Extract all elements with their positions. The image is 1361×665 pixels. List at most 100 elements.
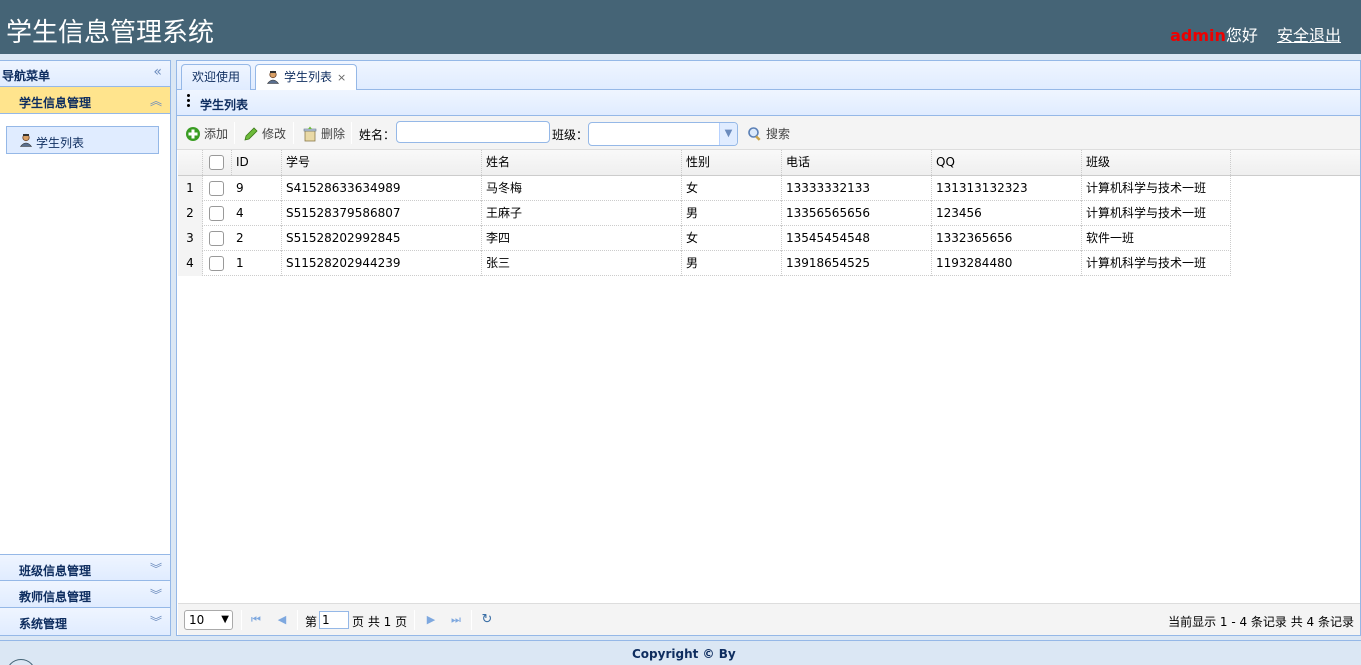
cell-name: 马冬梅	[482, 176, 682, 201]
cell-sex: 女	[682, 226, 782, 251]
pager-info: 当前显示 1 - 4 条记录 共 4 条记录	[1168, 615, 1354, 629]
accordion-label: 教师信息管理	[19, 590, 92, 604]
close-icon[interactable]: ×	[337, 71, 346, 84]
row-number: 2	[178, 201, 203, 226]
pager-divider	[471, 610, 472, 630]
cell-student-no: S41528633634989	[282, 176, 482, 201]
logout-link[interactable]: 安全退出	[1277, 26, 1341, 45]
nav-item-student-list[interactable]: 学生列表	[6, 126, 159, 154]
cell-phone: 13918654525	[782, 251, 932, 276]
main-content: 欢迎使用 学生列表 × 学生列表 添加 修改 删除 姓名： 班级： ▼ 搜索 I…	[176, 60, 1361, 636]
column-header-id[interactable]: ID	[232, 150, 282, 175]
name-label: 姓名：	[359, 128, 396, 142]
column-header-sex[interactable]: 性别	[682, 150, 782, 175]
add-label: 添加	[204, 127, 229, 141]
page-size-select[interactable]: 10 ▼	[184, 610, 233, 630]
cell-class: 计算机科学与技术一班	[1082, 251, 1231, 276]
cell-name: 李四	[482, 226, 682, 251]
cell-sex: 女	[682, 176, 782, 201]
column-header-qq[interactable]: QQ	[932, 150, 1082, 175]
edit-icon	[244, 127, 258, 141]
cell-phone: 13333332133	[782, 176, 932, 201]
grid-header: ID 学号 姓名 性别 电话 QQ 班级	[178, 150, 1360, 176]
chevron-down-icon: ︾	[149, 588, 162, 602]
toolbar-divider	[234, 122, 235, 144]
accordion-label: 班级信息管理	[19, 564, 92, 578]
menu-dots-icon	[187, 94, 191, 109]
column-header-name[interactable]: 姓名	[482, 150, 682, 175]
accordion-teacher-management[interactable]: 教师信息管理 ︾	[0, 581, 170, 608]
cell-id: 2	[232, 226, 282, 251]
footer: Copyright © By	[0, 640, 1361, 665]
row-number: 4	[178, 251, 203, 276]
tab-label: 学生列表	[284, 70, 333, 84]
prev-page-icon[interactable]: ◀	[275, 613, 289, 627]
user-icon	[19, 133, 33, 147]
panel-header: 学生列表	[177, 90, 1360, 116]
edit-button[interactable]: 修改	[243, 125, 286, 142]
row-checkbox[interactable]	[209, 256, 224, 271]
panel-title: 学生列表	[200, 98, 249, 112]
accordion-class-management[interactable]: 班级信息管理 ︾	[0, 554, 170, 581]
copyright: Copyright © By	[632, 647, 736, 661]
column-header-phone[interactable]: 电话	[782, 150, 932, 175]
table-row[interactable]: 1 9 S41528633634989 马冬梅 女 13333332133 13…	[178, 176, 1231, 201]
first-page-icon[interactable]: ⏮	[249, 613, 263, 627]
circle-icon	[6, 659, 36, 665]
student-grid: ID 学号 姓名 性别 电话 QQ 班级 1 9 S41528633634989…	[178, 150, 1360, 603]
search-button[interactable]: 搜索	[747, 125, 790, 142]
cell-qq: 1193284480	[932, 251, 1082, 276]
table-row[interactable]: 4 1 S11528202944239 张三 男 13918654525 119…	[178, 251, 1231, 276]
column-header-student-no[interactable]: 学号	[282, 150, 482, 175]
row-checkbox[interactable]	[209, 206, 224, 221]
delete-icon	[303, 126, 317, 142]
delete-button[interactable]: 删除	[302, 125, 345, 142]
nav-panel-header: 导航菜单 «	[0, 61, 170, 87]
add-icon	[186, 127, 200, 141]
accordion-student-management[interactable]: 学生信息管理 ︽	[0, 87, 170, 114]
tab-student-list[interactable]: 学生列表 ×	[255, 64, 358, 91]
class-label: 班级：	[552, 128, 589, 142]
row-checkbox[interactable]	[209, 181, 224, 196]
cell-id: 9	[232, 176, 282, 201]
collapse-left-icon[interactable]: «	[153, 64, 162, 80]
table-row[interactable]: 2 4 S51528379586807 王麻子 男 13356565656 12…	[178, 201, 1231, 226]
page-number-input[interactable]: 1	[319, 611, 349, 629]
row-number: 1	[178, 176, 203, 201]
cell-phone: 13356565656	[782, 201, 932, 226]
search-icon	[748, 127, 761, 141]
toolbar-divider	[293, 122, 294, 144]
cell-student-no: S51528379586807	[282, 201, 482, 226]
grid-pager: 10 ▼ ⏮ ◀ 第 1 页 共 1 页 ▶ ⏭ ↻ 当前显示 1 - 4 条记…	[178, 603, 1360, 635]
cell-class: 计算机科学与技术一班	[1082, 201, 1231, 226]
last-page-icon[interactable]: ⏭	[449, 613, 463, 627]
app-title: 学生信息管理系统	[6, 18, 215, 48]
refresh-icon[interactable]: ↻	[480, 613, 494, 627]
table-row[interactable]: 3 2 S51528202992845 李四 女 13545454548 133…	[178, 226, 1231, 251]
page-size-value: 10	[189, 613, 205, 627]
next-page-icon[interactable]: ▶	[424, 613, 438, 627]
cell-id: 4	[232, 201, 282, 226]
username: admin	[1170, 26, 1226, 45]
cell-id: 1	[232, 251, 282, 276]
tab-welcome[interactable]: 欢迎使用	[181, 64, 252, 90]
add-button[interactable]: 添加	[185, 125, 228, 142]
select-all-checkbox[interactable]	[209, 155, 224, 170]
row-checkbox[interactable]	[209, 231, 224, 246]
cell-name: 张三	[482, 251, 682, 276]
accordion-system-management[interactable]: 系统管理 ︾	[0, 608, 170, 635]
grid-toolbar: 添加 修改 删除 姓名： 班级： ▼ 搜索	[177, 116, 1360, 150]
column-header-class[interactable]: 班级	[1082, 150, 1231, 175]
cell-class: 软件一班	[1082, 226, 1231, 251]
toolbar-divider	[351, 122, 352, 144]
class-select[interactable]: ▼	[588, 122, 738, 146]
greeting: 您好	[1225, 26, 1258, 45]
tab-label: 欢迎使用	[192, 70, 241, 84]
page-total: 页 共 1 页	[352, 615, 408, 629]
pager-divider	[297, 610, 298, 630]
cell-student-no: S51528202992845	[282, 226, 482, 251]
chevron-down-icon[interactable]: ▼	[719, 123, 737, 145]
name-search-input[interactable]	[396, 121, 550, 143]
cell-qq: 123456	[932, 201, 1082, 226]
cell-class: 计算机科学与技术一班	[1082, 176, 1231, 201]
